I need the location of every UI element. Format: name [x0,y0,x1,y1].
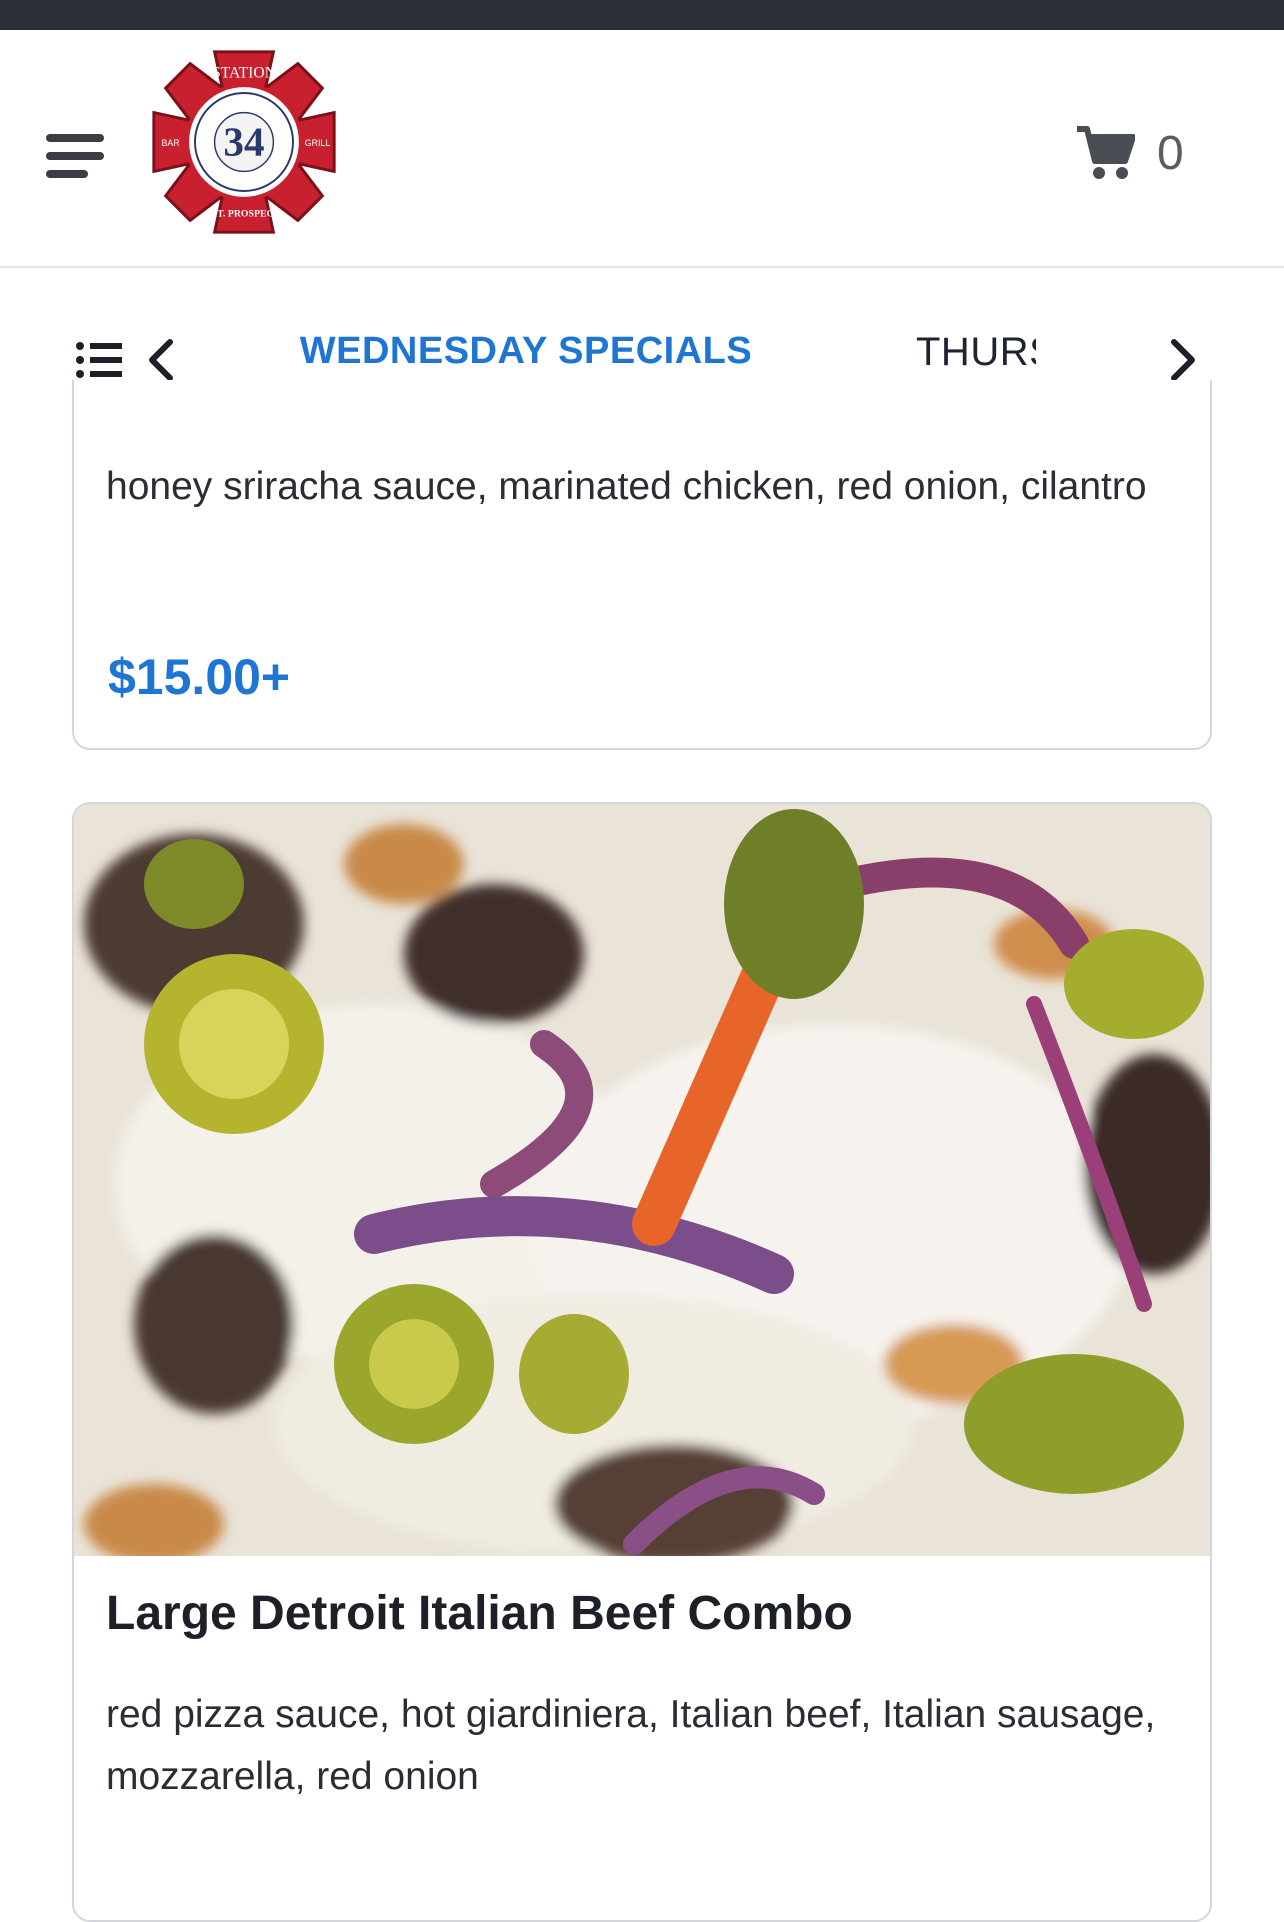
chevron-left-icon[interactable] [144,338,178,382]
status-strip [0,0,1284,30]
site-header: STATION 34 BAR GRILL MT. PROSPECT 0 [0,30,1284,268]
item-title: Large Detroit Italian Beef Combo [106,1587,853,1640]
food-photo[interactable] [74,804,1210,1556]
cart-count: 0 [1157,126,1184,180]
cart-icon [1077,126,1135,179]
item-price: $15.00+ [108,649,291,705]
chevron-right-icon[interactable] [1166,338,1200,382]
logo-right-text: GRILL [305,138,331,148]
logo-number: 34 [223,119,264,165]
list-icon[interactable] [76,340,122,380]
cart-button[interactable]: 0 [1075,118,1184,188]
hamburger-menu-icon[interactable] [46,122,108,184]
logo-top-text: STATION [212,64,276,81]
item-description: red pizza sauce, hot giardiniera, Italia… [106,1693,1156,1798]
menu-item-card[interactable]: Large Detroit Italian Beef Combo red piz… [72,802,1212,1922]
item-description: honey sriracha sauce, marinated chicken,… [106,465,1147,508]
station-34-logo[interactable]: STATION 34 BAR GRILL MT. PROSPECT [146,44,342,240]
logo-bottom-text: MT. PROSPECT [208,208,281,219]
logo-left-text: BAR [161,138,179,148]
tab-wednesday-specials[interactable]: WEDNESDAY SPECIALS [240,330,812,373]
tab-thursday[interactable]: THURSDAY [916,330,1036,375]
menu-item-card[interactable]: honey sriracha sauce, marinated chicken,… [72,380,1212,750]
